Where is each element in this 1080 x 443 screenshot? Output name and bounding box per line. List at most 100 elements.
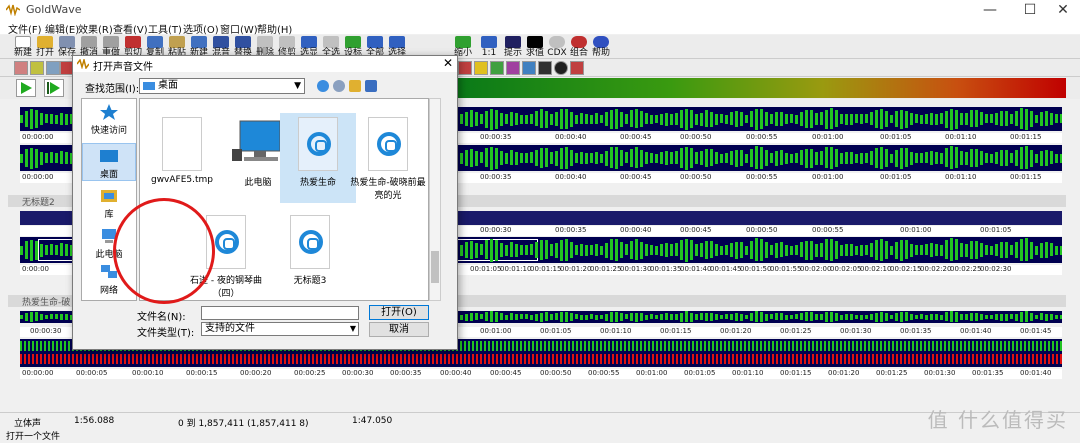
maximize-button[interactable]: ☐ <box>1015 0 1045 20</box>
evaluate-button[interactable]: 求值 <box>524 35 546 59</box>
cue-button[interactable]: 提示 <box>502 35 524 59</box>
waveform-sample <box>560 240 563 261</box>
waveform-sample <box>1030 313 1033 321</box>
new-button[interactable]: 新建 <box>12 35 34 59</box>
effect-icon[interactable] <box>30 61 44 75</box>
waveform-sample <box>510 150 513 165</box>
help-button[interactable]: 帮助 <box>590 35 612 59</box>
effect-icon[interactable] <box>538 61 552 75</box>
waveform-sample <box>865 315 868 319</box>
waveform-sample <box>810 110 813 128</box>
filename-input[interactable] <box>201 306 359 320</box>
effect-icon[interactable] <box>570 61 584 75</box>
waveform-sample <box>1005 242 1008 258</box>
effect-icon[interactable] <box>506 61 520 75</box>
waveform-sample <box>855 114 858 123</box>
menu-effects[interactable]: 效果(R) <box>78 21 113 36</box>
minimize-button[interactable]: — <box>975 0 1005 20</box>
cdx-button[interactable]: CDX <box>546 35 568 59</box>
waveform-sample <box>775 112 778 126</box>
waveform-sample <box>735 313 738 321</box>
waveform-sample <box>520 245 523 255</box>
select-all-icon <box>323 36 339 48</box>
waveform-sample <box>700 313 703 320</box>
menu-file[interactable]: 文件(F) <box>8 21 42 36</box>
view-menu-icon[interactable] <box>365 80 377 92</box>
waveform-sample <box>500 151 503 165</box>
waveform-sample <box>1040 243 1043 258</box>
effect-icon[interactable] <box>46 61 60 75</box>
open-button[interactable]: 打开(O) <box>369 305 429 320</box>
effect-icon[interactable] <box>490 61 504 75</box>
waveform-sample <box>795 153 798 163</box>
place-desktop[interactable]: 桌面 <box>82 143 136 181</box>
look-in-label: 查找范围(I): <box>85 84 140 95</box>
new-folder-icon[interactable] <box>349 80 361 92</box>
waveform-sample <box>60 243 63 256</box>
file-item[interactable]: 无标题3 <box>272 215 348 286</box>
waveform-sample <box>890 315 893 319</box>
menu-help[interactable]: 帮助(H) <box>257 21 292 36</box>
waveform-sample <box>465 150 468 166</box>
open-button[interactable]: 打开 <box>34 35 56 59</box>
waveform-sample <box>1045 314 1048 321</box>
waveform-sample <box>965 314 968 320</box>
close-button[interactable]: ✕ <box>1048 0 1078 20</box>
menu-edit[interactable]: 编辑(E) <box>45 21 79 36</box>
effect-icon[interactable] <box>14 61 28 75</box>
cancel-button[interactable]: 取消 <box>369 322 429 337</box>
waveform-sample <box>765 314 768 321</box>
waveform-sample <box>815 244 818 257</box>
waveform-sample <box>715 152 718 164</box>
library-icon <box>101 190 117 202</box>
waveform-sample <box>690 313 693 322</box>
file-item[interactable]: gwvAFE5.tmp <box>144 117 220 185</box>
channel-mode[interactable]: 立体声 <box>14 416 41 429</box>
effect-icon[interactable] <box>522 61 536 75</box>
file-item[interactable]: 热爱生命-破晓前最亮的光 <box>350 117 426 201</box>
waveform-sample <box>1025 146 1028 169</box>
window-title: GoldWave <box>26 3 82 16</box>
waveform-sample <box>460 315 463 320</box>
waveform-sample <box>1000 150 1003 166</box>
waveform-sample <box>45 153 48 163</box>
evaluate-icon <box>527 36 543 48</box>
filetype-dropdown[interactable]: 支持的文件 ▼ <box>201 322 359 336</box>
up-folder-icon[interactable] <box>333 80 345 92</box>
waveform-sample <box>845 152 848 164</box>
waveform-sample <box>950 238 953 261</box>
waveform-sample <box>510 242 513 257</box>
waveform-sample <box>505 114 508 124</box>
file-list-scrollbar[interactable] <box>429 98 441 301</box>
dialog-close-button[interactable]: ✕ <box>443 56 453 70</box>
play-button[interactable] <box>16 79 36 97</box>
effect-icon[interactable] <box>458 61 472 75</box>
look-in-dropdown[interactable]: 桌面 ▼ <box>139 78 305 94</box>
waveform-sample <box>970 241 973 259</box>
menu-tools[interactable]: 工具(T) <box>148 21 182 36</box>
play-selection-button[interactable] <box>44 79 64 97</box>
waveform-sample <box>805 241 808 260</box>
waveform-sample <box>540 148 543 168</box>
effect-icon[interactable] <box>474 61 488 75</box>
waveform-sample <box>780 112 783 126</box>
menu-window[interactable]: 窗口(W) <box>220 21 258 36</box>
waveform-sample <box>825 147 828 168</box>
redo-icon <box>103 36 119 48</box>
place-quick-access[interactable]: 快速访问 <box>82 103 136 136</box>
waveform-sample <box>960 113 963 125</box>
back-icon[interactable] <box>317 80 329 92</box>
zoom-1-1-button[interactable]: 1:1 <box>478 35 500 59</box>
waveform-sample <box>975 313 978 321</box>
waveform-sample <box>475 151 478 166</box>
combine-button[interactable]: 组合 <box>568 35 590 59</box>
scrollbar-thumb[interactable] <box>431 251 439 283</box>
waveform-sample <box>1035 315 1038 319</box>
waveform-sample <box>860 153 863 164</box>
waveform-sample <box>800 313 803 320</box>
menu-view[interactable]: 查看(V) <box>113 21 148 36</box>
menu-options[interactable]: 选项(O) <box>183 21 219 36</box>
clock-icon[interactable] <box>554 61 568 75</box>
waveform-sample <box>555 151 558 166</box>
file-item[interactable]: 热爱生命 <box>280 113 356 203</box>
